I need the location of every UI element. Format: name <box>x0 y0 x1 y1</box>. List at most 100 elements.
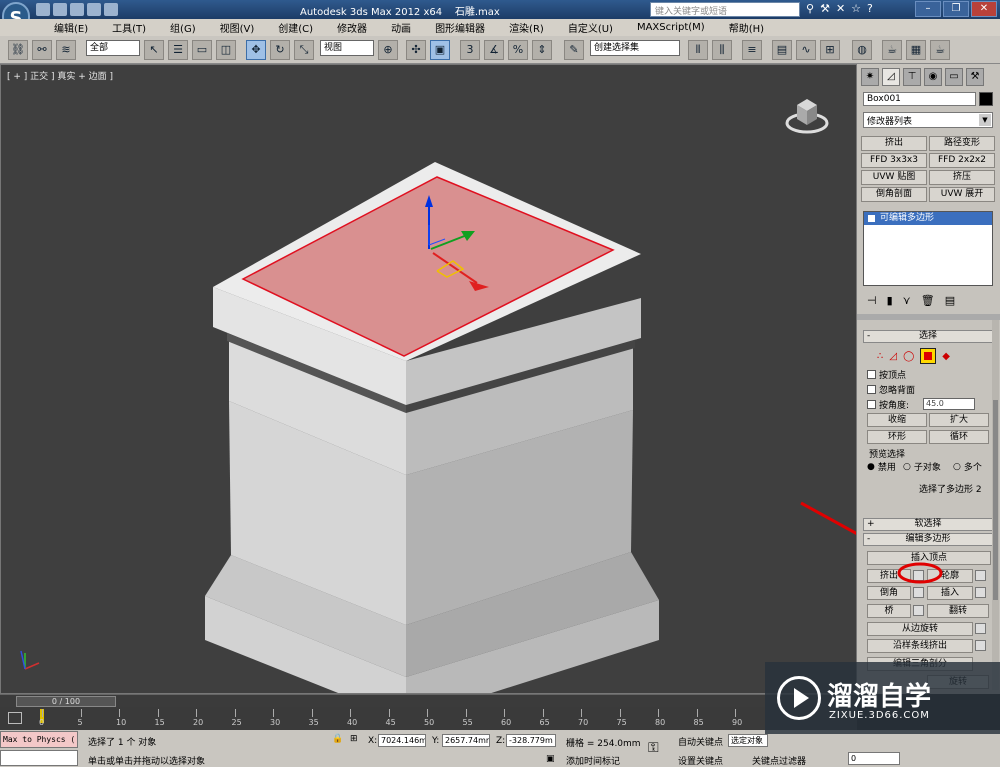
render-setup-icon[interactable]: ☕ <box>882 40 902 60</box>
angle-spinner[interactable]: 45.0 <box>923 398 975 410</box>
create-tab-icon[interactable]: ✷ <box>861 68 879 86</box>
bridge-button[interactable]: 桥 <box>867 604 911 618</box>
ignore-backfacing-checkbox[interactable]: 忽略背面 <box>867 383 915 396</box>
edit-polygons-rollout-header[interactable]: - 编辑多边形 <box>863 533 993 546</box>
preview-subobject-radio[interactable]: ○ 子对象 <box>903 460 941 474</box>
open-file-icon[interactable] <box>53 3 67 16</box>
mini-curve-editor-icon[interactable] <box>8 712 22 724</box>
help-search-input[interactable]: 键入关键字或短语 <box>650 2 800 17</box>
menu-edit[interactable]: 编辑(E) <box>42 20 100 35</box>
spinner-snap-icon[interactable]: ⇕ <box>532 40 552 60</box>
object-color-swatch[interactable] <box>979 92 993 106</box>
modifier-uvw-unwrap-button[interactable]: UVW 展开 <box>929 187 995 202</box>
menu-create[interactable]: 创建(C) <box>266 20 325 35</box>
edit-named-selection-icon[interactable]: ✎ <box>564 40 584 60</box>
mirror-icon[interactable]: ⫴ <box>688 40 708 60</box>
minimize-button[interactable]: – <box>915 1 941 17</box>
time-slider-track[interactable]: 0 / 100 <box>0 694 857 707</box>
key-mode-dropdown[interactable]: 选定对象 <box>728 734 768 747</box>
select-by-name-icon[interactable]: ☰ <box>168 40 188 60</box>
current-frame-field[interactable]: 0 <box>848 752 900 765</box>
window-crossing-icon[interactable]: ◫ <box>216 40 236 60</box>
lock-selection-icon[interactable]: 🔒 <box>332 734 343 744</box>
new-file-icon[interactable] <box>36 3 50 16</box>
command-panel-scrollbar[interactable] <box>992 320 999 690</box>
stack-item-editable-poly[interactable]: 可编辑多边形 <box>864 212 992 225</box>
angle-snap-icon[interactable]: ∡ <box>484 40 504 60</box>
vertex-level-icon[interactable]: ∴ <box>877 351 883 362</box>
curve-editor-icon[interactable]: ∿ <box>796 40 816 60</box>
soft-selection-rollout-header[interactable]: + 软选择 <box>863 518 993 531</box>
menu-animation[interactable]: 动画 <box>379 20 423 35</box>
modify-tab-icon[interactable]: ◿ <box>882 68 900 86</box>
pin-stack-icon[interactable]: ⊣ <box>867 294 877 307</box>
remove-modifier-icon[interactable]: 🗑 <box>921 294 935 307</box>
snaps-toggle-icon[interactable]: 3 <box>460 40 480 60</box>
menu-customize[interactable]: 自定义(U) <box>556 20 625 35</box>
modifier-ffd3-button[interactable]: FFD 3x3x3 <box>861 153 927 168</box>
time-tag-icon[interactable]: ▣ <box>546 754 555 764</box>
communication-icon[interactable]: ✕ <box>836 2 845 15</box>
set-key-button[interactable]: 设置关键点 <box>678 754 723 767</box>
menu-views[interactable]: 视图(V) <box>208 20 267 35</box>
flip-button[interactable]: 翻转 <box>927 604 989 618</box>
graphite-ribbon-icon[interactable]: ▤ <box>772 40 792 60</box>
help-icon[interactable]: ? <box>867 2 873 15</box>
named-selection-dropdown[interactable]: 创建选择集 <box>590 40 680 56</box>
selection-rollout-header[interactable]: - 选择 <box>863 330 993 343</box>
select-object-icon[interactable]: ↖ <box>144 40 164 60</box>
layer-manager-icon[interactable]: ≡ <box>742 40 762 60</box>
configure-sets-icon[interactable]: ▤ <box>945 294 955 307</box>
motion-tab-icon[interactable]: ◉ <box>924 68 942 86</box>
stone-pedestal-model[interactable] <box>1 65 856 693</box>
add-time-tag-button[interactable]: 添加时间标记 <box>566 754 620 767</box>
menu-graph-editors[interactable]: 图形编辑器 <box>423 20 497 35</box>
selection-filter-dropdown[interactable]: 全部 <box>86 40 140 56</box>
shrink-button[interactable]: 收缩 <box>867 413 927 427</box>
select-manipulate-icon[interactable]: ✣ <box>406 40 426 60</box>
menu-maxscript[interactable]: MAXScript(M) <box>625 22 717 33</box>
key-filters-button[interactable]: 关键点过滤器 <box>752 754 806 767</box>
move-icon[interactable]: ✥ <box>246 40 266 60</box>
loop-button[interactable]: 循环 <box>929 430 989 444</box>
hinge-settings-icon[interactable] <box>975 623 986 634</box>
element-level-icon[interactable]: ◆ <box>942 351 950 362</box>
bevel-button[interactable]: 倒角 <box>867 586 911 600</box>
menu-help[interactable]: 帮助(H) <box>717 20 776 35</box>
outline-settings-icon[interactable] <box>975 570 986 581</box>
time-slider[interactable]: 0 / 100 <box>16 696 116 707</box>
auto-key-button[interactable]: 自动关键点 <box>678 735 723 748</box>
display-tab-icon[interactable]: ▭ <box>945 68 963 86</box>
track-bar[interactable]: 0 5 10 15 20 25 30 35 40 45 50 55 60 65 70 75 80 85 90 <box>0 707 857 730</box>
favorites-icon[interactable]: ☆ <box>851 2 861 15</box>
modifier-squeeze-button[interactable]: 挤压 <box>929 170 995 185</box>
by-vertex-checkbox[interactable]: 按顶点 <box>867 368 906 381</box>
reference-coord-dropdown[interactable]: 视图 <box>320 40 374 56</box>
maxscript-listener[interactable]: Max to Physcs ( <box>0 731 78 748</box>
polygon-level-icon[interactable] <box>920 348 937 364</box>
inset-button[interactable]: 插入 <box>927 586 973 600</box>
grow-button[interactable]: 扩大 <box>929 413 989 427</box>
utilities-tab-icon[interactable]: ⚒ <box>966 68 984 86</box>
material-editor-icon[interactable]: ◍ <box>852 40 872 60</box>
scale-icon[interactable]: ⤡ <box>294 40 314 60</box>
y-coordinate-field[interactable]: 2657.74mr <box>442 734 490 747</box>
percent-snap-icon[interactable]: % <box>508 40 528 60</box>
key-icon[interactable]: ⚿ <box>648 740 659 756</box>
render-production-icon[interactable]: ☕ <box>930 40 950 60</box>
rotate-icon[interactable]: ↻ <box>270 40 290 60</box>
pivot-center-icon[interactable]: ⊕ <box>378 40 398 60</box>
modifier-extrude-button[interactable]: 挤出 <box>861 136 927 151</box>
bridge-settings-icon[interactable] <box>913 605 924 616</box>
bind-spacewarp-icon[interactable]: ≋ <box>56 40 76 60</box>
rendered-frame-icon[interactable]: ▦ <box>906 40 926 60</box>
schematic-view-icon[interactable]: ⊞ <box>820 40 840 60</box>
hierarchy-tab-icon[interactable]: ⊤ <box>903 68 921 86</box>
menu-tools[interactable]: 工具(T) <box>100 20 158 35</box>
bevel-settings-icon[interactable] <box>913 587 924 598</box>
rectangle-selection-icon[interactable]: ▭ <box>192 40 212 60</box>
object-name-field[interactable]: Box001 <box>863 92 976 106</box>
menu-rendering[interactable]: 渲染(R) <box>497 20 556 35</box>
restore-button[interactable]: ❐ <box>943 1 969 17</box>
link-icon[interactable]: ⛓ <box>8 40 28 60</box>
